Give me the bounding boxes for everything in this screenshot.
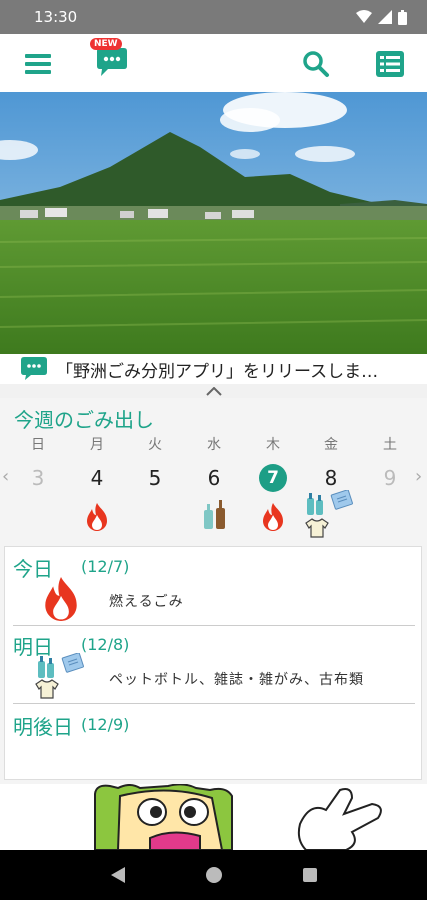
divider — [13, 625, 415, 626]
status-icons — [356, 9, 407, 25]
glass-bottle-icon — [204, 500, 225, 529]
magazine-icon — [330, 490, 353, 510]
collapse-toggle[interactable] — [0, 384, 427, 398]
new-badge: NEW — [90, 38, 122, 50]
tomorrow-garbage-text: ペットボトル、雑誌・雑がみ、古布類 — [109, 672, 364, 688]
weekday-thu: 木 — [266, 437, 280, 453]
cloth-shirt-icon — [305, 518, 329, 538]
search-button[interactable] — [296, 44, 336, 84]
weekday-sat: 土 — [383, 437, 397, 453]
recents-icon[interactable] — [302, 867, 318, 883]
signal-icon — [378, 10, 392, 24]
hamburger-menu-icon — [25, 54, 51, 74]
burnable-garbage-icon — [263, 503, 283, 531]
news-text: 「野洲ごみ分別アプリ」をリリースしま… — [56, 361, 379, 382]
weekday-header: 日 月 火 水 木 金 土 — [0, 434, 427, 453]
list-icon — [376, 51, 404, 77]
day-after-label: 明後日 — [13, 715, 73, 739]
cloth-shirt-icon — [35, 679, 59, 699]
mountain-landscape-image — [0, 92, 427, 354]
menu-button[interactable] — [18, 44, 58, 84]
status-time: 13:30 — [34, 8, 78, 26]
date-sun[interactable]: 3 — [18, 466, 58, 490]
chat-bubble-icon — [97, 48, 127, 76]
system-nav-bar — [0, 850, 427, 900]
message-icon — [21, 357, 47, 380]
date-mon[interactable]: 4 — [77, 466, 117, 490]
weekday-tue: 火 — [148, 437, 162, 453]
weekday-mon: 月 — [90, 437, 104, 453]
weekly-title: 今週のごみ出し — [14, 408, 154, 432]
date-tue[interactable]: 5 — [135, 466, 175, 490]
date-wed[interactable]: 6 — [194, 466, 234, 490]
pet-bottle-icon — [307, 493, 323, 515]
day-detail-panel: 今日 (12/7) 燃えるごみ 明日 (12/8) ペットボトル、雑誌・雑がみ、… — [0, 546, 427, 784]
tomorrow-date: (12/8) — [81, 635, 130, 654]
chevron-up-icon — [205, 386, 222, 396]
wifi-icon — [356, 10, 372, 23]
date-fri[interactable]: 8 — [311, 466, 351, 490]
burnable-garbage-icon — [45, 577, 77, 621]
weekday-fri: 金 — [324, 437, 338, 453]
day-after-date: (12/9) — [81, 715, 130, 734]
divider — [13, 703, 415, 704]
today-garbage-text: 燃えるごみ — [109, 594, 184, 610]
burnable-garbage-icon — [87, 503, 107, 531]
mascot-area — [0, 784, 427, 850]
date-thu-today[interactable]: 7 — [259, 464, 287, 492]
news-button[interactable]: NEW — [90, 38, 132, 82]
today-date: (12/7) — [81, 557, 130, 576]
back-icon[interactable] — [110, 866, 126, 884]
pet-bottle-icon — [38, 656, 54, 678]
date-row: 3 4 5 6 7 8 9 — [0, 458, 427, 498]
weekly-schedule: 今週のごみ出し 日 月 火 水 木 金 土 ‹ › 3 4 5 6 7 8 9 — [0, 398, 427, 546]
hero-image — [0, 92, 427, 354]
app-bar: NEW — [0, 34, 427, 92]
status-bar: 13:30 — [0, 0, 427, 34]
weekday-sun: 日 — [31, 437, 45, 453]
magazine-icon — [61, 653, 84, 673]
weekday-wed: 水 — [207, 437, 221, 453]
battery-icon — [398, 9, 407, 25]
day-detail-card: 今日 (12/7) 燃えるごみ 明日 (12/8) ペットボトル、雑誌・雑がみ、… — [4, 546, 422, 780]
search-icon — [303, 51, 329, 77]
list-button[interactable] — [370, 44, 410, 84]
news-ticker[interactable]: 「野洲ごみ分別アプリ」をリリースしま… — [0, 354, 427, 384]
mascot-character-image — [94, 784, 382, 850]
date-sat[interactable]: 9 — [370, 466, 410, 490]
home-icon[interactable] — [205, 866, 223, 884]
